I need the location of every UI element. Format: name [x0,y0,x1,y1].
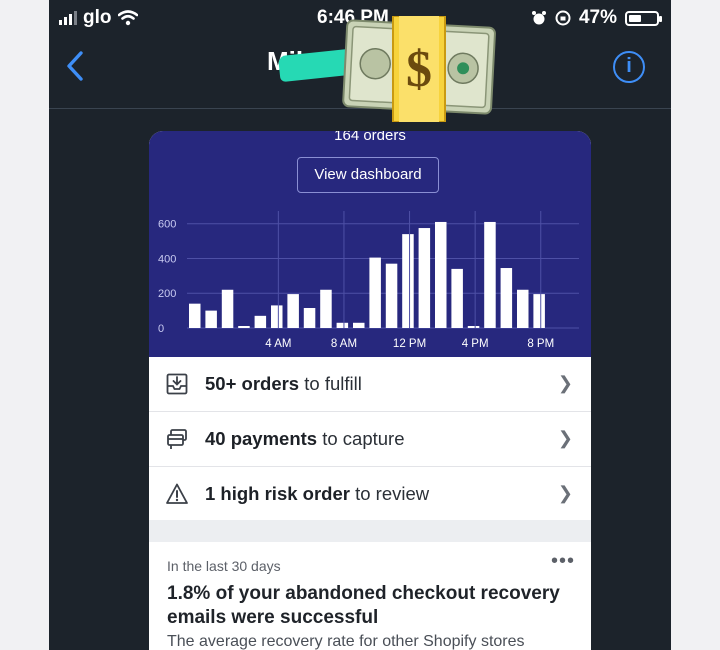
back-button[interactable] [65,50,85,88]
chart-bar [451,268,463,328]
chart-bar [353,322,365,328]
wifi-icon [117,10,138,26]
orders-chart: 164 orders View dashboard 600 400 200 0 4 AM… [149,131,591,357]
task-label: to fulfill [299,373,362,394]
chart-bar [287,294,299,328]
chevron-right-icon: ❯ [557,483,573,503]
task-text-fulfill: 50+ orders to fulfill [205,373,362,395]
alarm-icon [531,11,546,25]
battery-icon [625,10,662,26]
x-tick-label: 4 AM [265,338,291,350]
x-tick-label: 8 AM [331,338,357,350]
chevron-right-icon: ❯ [557,373,573,393]
chart-bar [303,308,316,328]
payment-card-icon [167,429,187,449]
money-with-dollar-emoji: $ [342,16,496,122]
task-text-capture: 40 payments to capture [205,428,405,450]
task-row-fulfill[interactable]: 50+ orders to fulfill ❯ [149,357,591,412]
chart-bar [271,305,283,328]
chart-bar [336,322,349,328]
phone-screen: glo 6:46 PM 47% i $ 164 orders View dash… [49,0,671,650]
insight-card: In the last 30 days ••• 1.8% of your aba… [149,542,591,650]
y-tick-label: 400 [158,253,176,265]
chart-bar [467,326,480,328]
x-tick-label: 12 PM [393,338,426,350]
insight-subtext: The average recovery rate for other Shop… [167,633,525,650]
status-left: glo [59,7,138,29]
task-list: 50+ orders to fulfill ❯ 40 payments to c… [149,357,591,522]
status-right: 47% [531,7,662,29]
chart-bar [517,289,529,328]
chart-bar [402,234,414,328]
task-count: 50+ orders [205,373,300,394]
chart-bar [205,310,217,328]
warning-triangle-icon [166,483,188,504]
task-label: to capture [317,428,405,449]
chart-bar [385,263,398,328]
info-button[interactable]: i [613,51,645,83]
x-tick-label: 8 PM [527,338,554,350]
task-text-review: 1 high risk order to review [205,483,429,505]
shopify-card: 164 orders View dashboard 600 400 200 0 4 AM… [149,131,591,650]
inbox-download-icon [166,373,188,395]
section-divider [149,520,591,542]
chart-bar [533,294,545,328]
chart-bar [500,268,513,328]
chart-bar [221,289,234,328]
insight-heading: 1.8% of your abandoned checkout recovery… [167,583,560,628]
task-label: to review [349,483,430,504]
svg-text:$: $ [406,41,432,98]
chart-bar [484,221,496,328]
y-tick-label: 600 [158,219,176,231]
battery-fill [629,14,641,22]
chart-bar [238,326,250,328]
orders-bar-chart: 600 400 200 0 4 AM 8 AM 12 PM 4 PM 8 PM [158,211,579,350]
y-tick-label: 0 [158,323,164,335]
task-count: 1 high risk order [205,483,350,504]
x-tick-label: 4 PM [462,338,489,350]
chart-bar [320,289,332,328]
task-count: 40 payments [205,428,318,449]
chart-bar [369,257,381,328]
chart-bar [189,303,201,328]
more-options-button[interactable]: ••• [551,550,575,573]
carrier-label: glo [83,7,112,28]
chevron-right-icon: ❯ [557,428,573,448]
chevron-left-icon [67,51,83,81]
chart-bar [254,315,267,328]
orientation-lock-icon [555,10,571,26]
chart-bar [418,228,431,328]
insight-period: In the last 30 days [167,558,281,574]
battery-percent: 47% [578,7,617,28]
y-tick-label: 200 [158,288,176,300]
chart-bar [435,221,447,328]
task-row-review[interactable]: 1 high risk order to review ❯ [149,467,591,522]
task-row-capture[interactable]: 40 payments to capture ❯ [149,412,591,467]
signal-icon [59,11,77,25]
info-icon: i [626,55,632,77]
